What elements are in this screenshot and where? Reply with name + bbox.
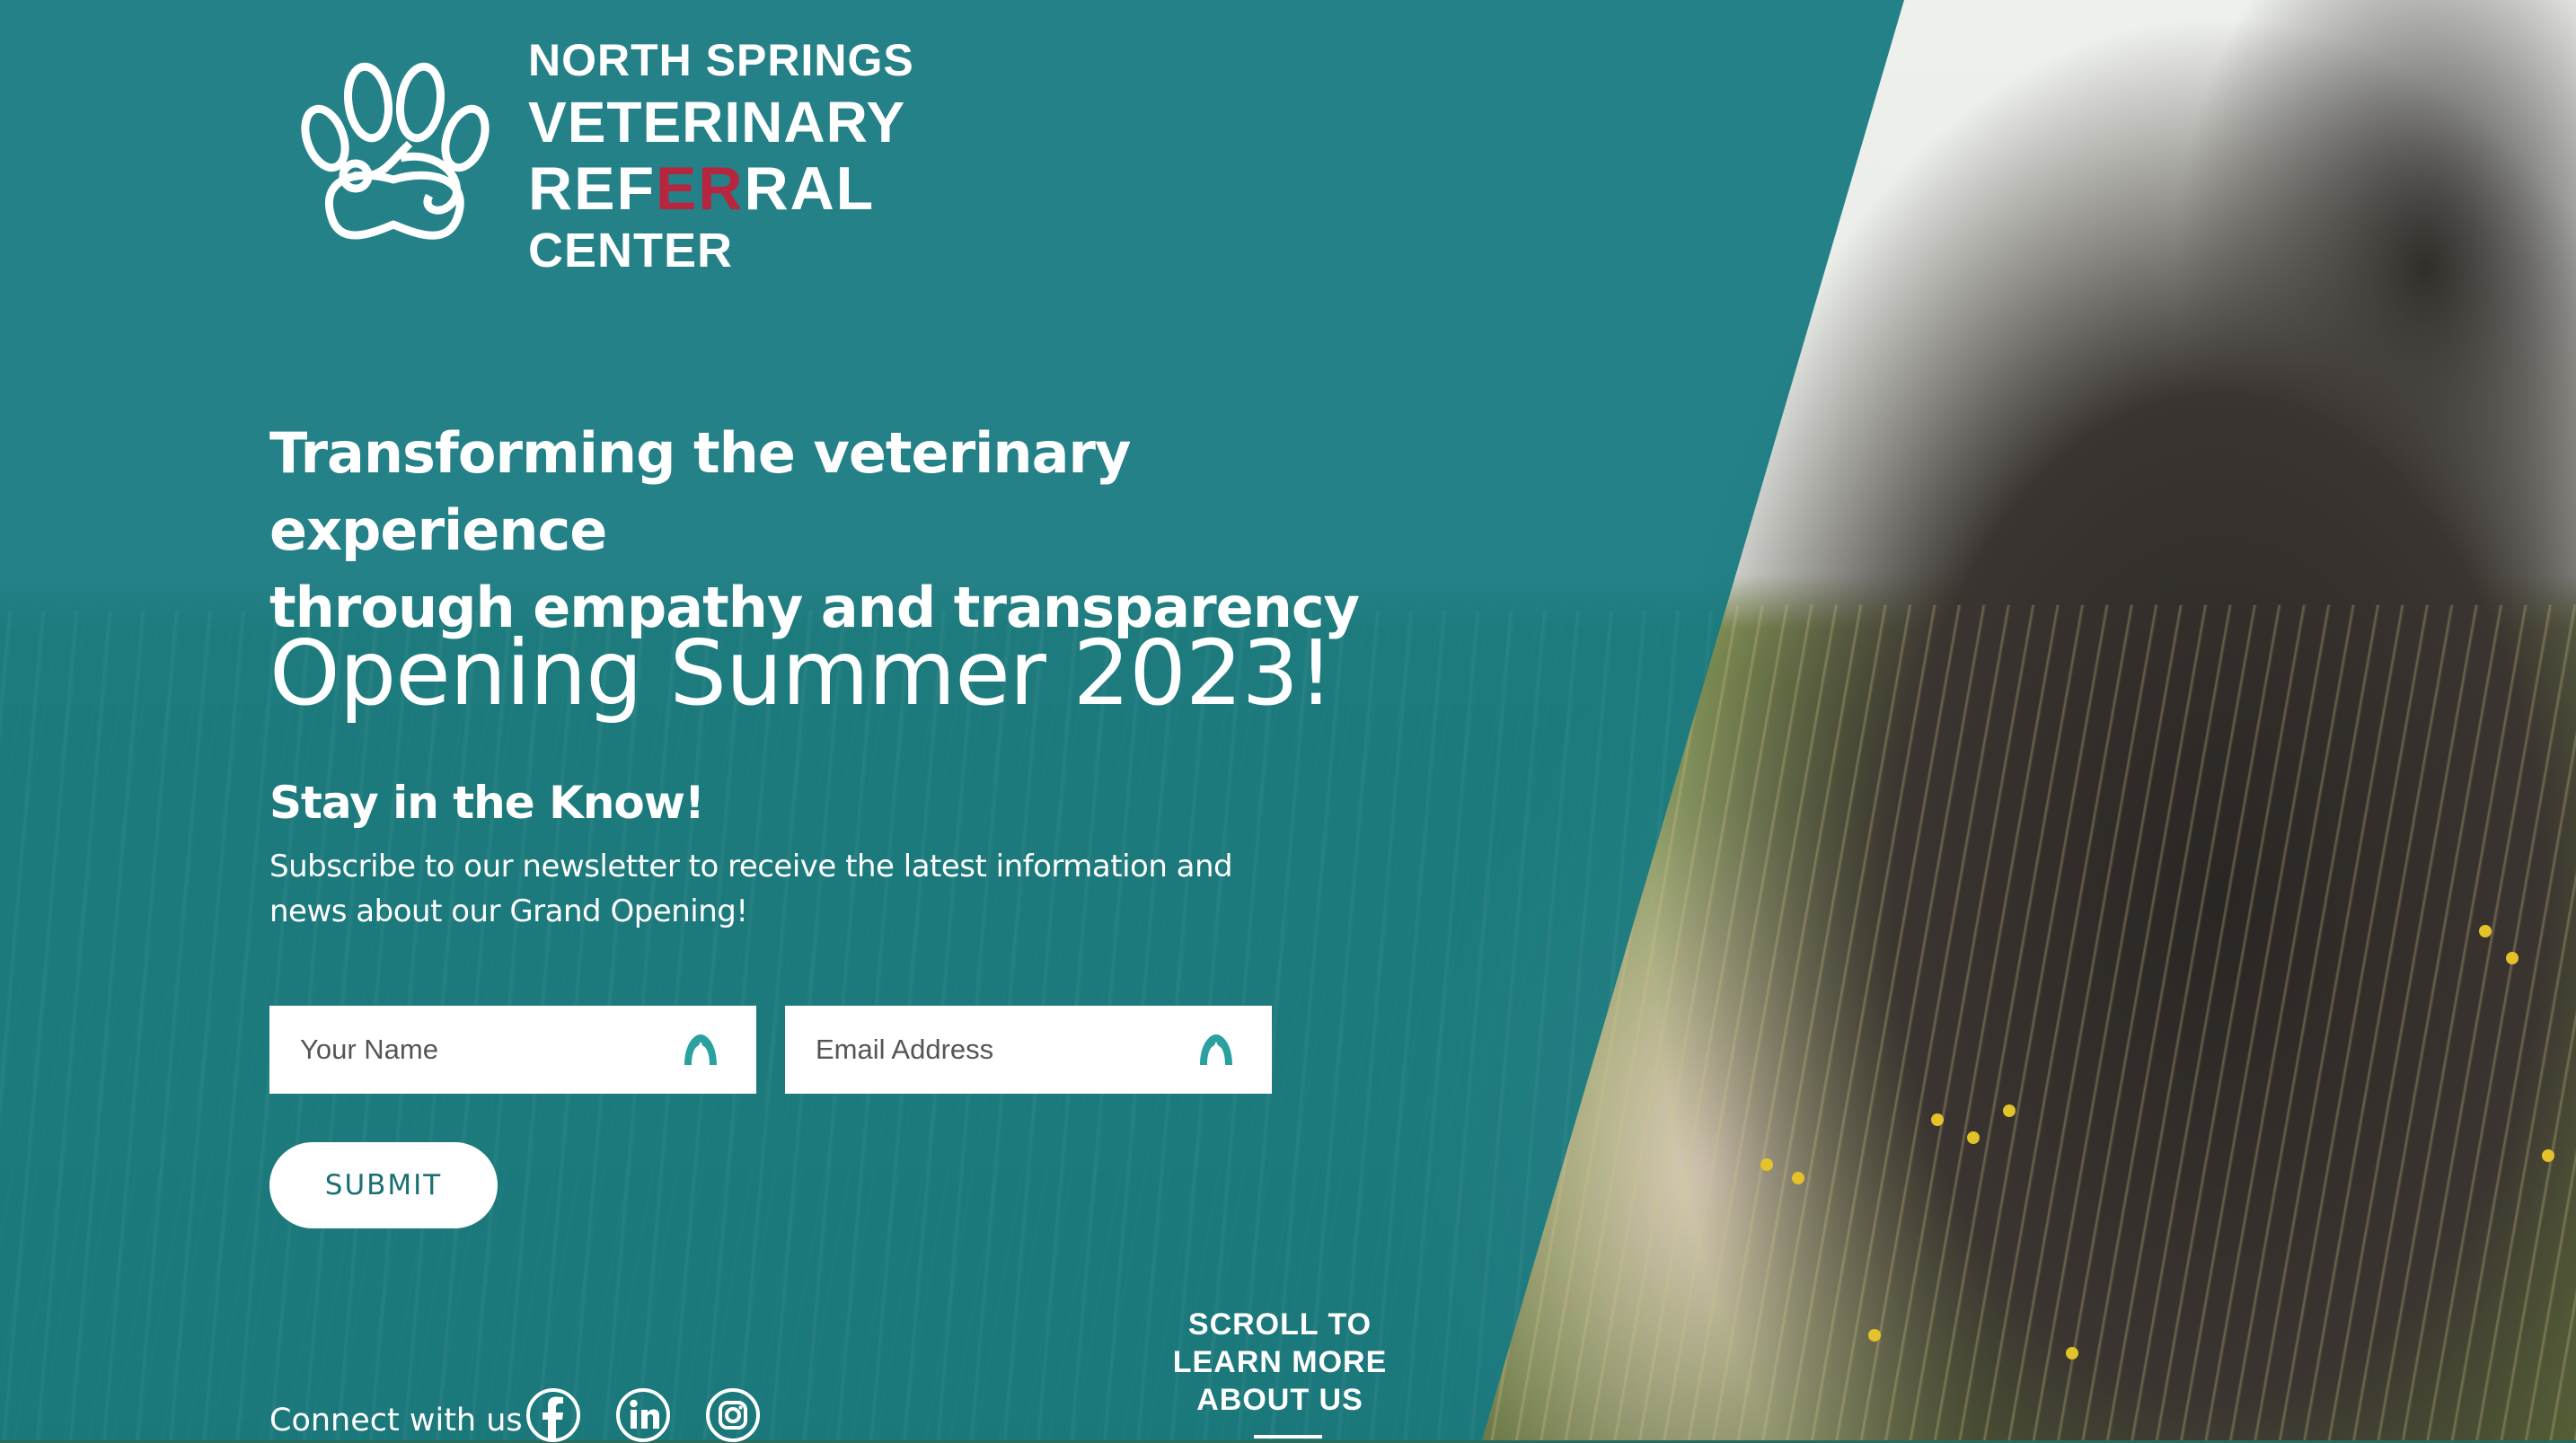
newsletter-description-line-1: Subscribe to our newsletter to receive t… (269, 849, 1233, 884)
autofill-icon[interactable] (683, 1033, 719, 1067)
brand-line-3-accent: ER (656, 154, 745, 223)
linkedin-icon[interactable] (615, 1387, 671, 1443)
newsletter-heading: Stay in the Know! (269, 777, 705, 829)
brand-wordmark: NORTH SPRINGS VETERINARY REFERRAL CENTER (528, 38, 914, 275)
connect-label: Connect with us (269, 1403, 523, 1439)
scroll-line-3: ABOUT US (1196, 1383, 1363, 1417)
submit-button[interactable]: SUBMIT (269, 1142, 498, 1228)
scroll-line-2: LEARN MORE (1172, 1345, 1388, 1379)
brand-line-3-part-a: REF (528, 154, 656, 223)
autofill-icon[interactable] (1198, 1033, 1234, 1067)
newsletter-description: Subscribe to our newsletter to receive t… (269, 844, 1311, 934)
tagline-line-1: Transforming the veterinary experience (269, 420, 1131, 563)
email-field[interactable] (785, 1006, 1272, 1094)
brand-line-1: NORTH SPRINGS (528, 35, 914, 85)
brand-line-2: VETERINARY (528, 90, 906, 154)
scroll-indicator-line (1254, 1435, 1322, 1439)
scroll-to-learn-more[interactable]: SCROLL TO LEARN MORE ABOUT US (1168, 1306, 1392, 1419)
brand-line-4: CENTER (528, 224, 734, 277)
brand-line-3-part-c: RAL (744, 154, 876, 223)
opening-heading: Opening Summer 2023! (269, 620, 1334, 726)
facebook-icon[interactable] (525, 1387, 581, 1443)
name-field[interactable] (269, 1006, 756, 1094)
hero-tagline: Transforming the veterinary experience t… (269, 415, 1437, 647)
paw-stethoscope-logo-icon (301, 62, 490, 240)
email-input[interactable] (785, 1006, 1193, 1094)
newsletter-description-line-2: news about our Grand Opening! (269, 893, 748, 929)
brand-line-3: REFERRAL (528, 158, 914, 219)
instagram-icon[interactable] (705, 1387, 761, 1443)
name-input[interactable] (269, 1006, 677, 1094)
scroll-line-1: SCROLL TO (1187, 1307, 1372, 1342)
